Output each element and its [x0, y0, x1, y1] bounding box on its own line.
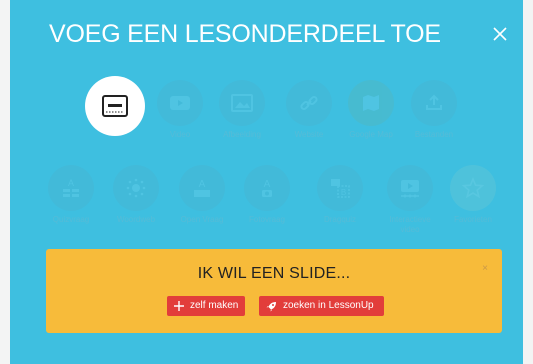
tool-open-question[interactable]: A Open Vraag	[167, 165, 237, 224]
tool-favorites[interactable]: Favorieten	[438, 165, 508, 224]
tool-website-label: Website	[294, 130, 324, 139]
tool-photo-question-label: Fotovraag	[248, 215, 286, 224]
svg-text:A: A	[264, 179, 271, 190]
open-question-icon: A	[179, 165, 225, 211]
mindmap-icon	[113, 165, 159, 211]
svg-text:A: A	[199, 179, 206, 190]
tool-open-question-label: Open Vraag	[180, 215, 224, 224]
search-lessonup-button[interactable]: zoeken in LessonUp	[259, 296, 384, 316]
tool-interactive-video-label: Interactieve video	[389, 215, 431, 234]
page-background: VOEG EEN LESONDERDEEL TOE Video Afbeeldi…	[0, 0, 533, 364]
add-lesson-part-modal: VOEG EEN LESONDERDEEL TOE Video Afbeeldi…	[10, 0, 523, 364]
slide-icon	[85, 76, 145, 136]
tool-google-map[interactable]: Google Map	[336, 80, 406, 139]
photo-question-icon: A	[244, 165, 290, 211]
tool-interactive-video[interactable]: Interactieve video	[375, 165, 445, 235]
banner-title: IK WIL EEN SLIDE...	[197, 265, 351, 282]
tool-video[interactable]: Video	[145, 80, 215, 139]
make-yourself-label: zelf maken	[190, 300, 239, 311]
dragquiz-icon: B	[317, 165, 363, 211]
tool-mindmap[interactable]: Woordweb	[101, 165, 171, 224]
interactive-video-icon	[387, 165, 433, 211]
tool-dragquiz-label: Dragquiz	[323, 215, 356, 224]
tool-google-map-label: Google Map	[349, 130, 393, 139]
tool-quiz[interactable]: A Quizvraag	[36, 165, 106, 224]
tool-video-label: Video	[169, 130, 191, 139]
banner-close-icon[interactable]: ×	[482, 263, 488, 274]
tool-dragquiz[interactable]: B Dragquiz	[305, 165, 375, 224]
upload-icon	[411, 80, 457, 126]
tool-image-label: Afbeelding	[223, 130, 261, 139]
search-lessonup-label: zoeken in LessonUp	[283, 300, 374, 311]
play-icon	[157, 80, 203, 126]
make-yourself-button[interactable]: zelf maken	[167, 296, 245, 316]
modal-title: VOEG EEN LESONDERDEEL TOE	[49, 20, 441, 48]
map-icon	[348, 80, 394, 126]
tool-photo-question[interactable]: A Fotovraag	[232, 165, 302, 224]
svg-text:A: A	[68, 178, 74, 188]
link-icon	[286, 80, 332, 126]
tool-quiz-label: Quizvraag	[52, 215, 90, 224]
tool-slide[interactable]	[80, 76, 150, 140]
tool-files[interactable]: Bestanden	[399, 80, 469, 139]
close-icon[interactable]	[489, 24, 511, 46]
star-icon	[450, 165, 496, 211]
rocket-icon	[266, 301, 277, 312]
slide-choice-banner: IK WIL EEN SLIDE... × zelf maken zoeken …	[46, 249, 502, 333]
image-icon	[219, 80, 265, 126]
tool-files-label: Bestanden	[414, 130, 454, 139]
tool-favorites-label: Favorieten	[454, 215, 492, 224]
tool-image[interactable]: Afbeelding	[207, 80, 277, 139]
svg-text:B: B	[341, 188, 346, 197]
tool-website[interactable]: Website	[274, 80, 344, 139]
quiz-icon: A	[48, 165, 94, 211]
tool-mindmap-label: Woordweb	[116, 215, 156, 224]
plus-icon	[174, 301, 184, 311]
